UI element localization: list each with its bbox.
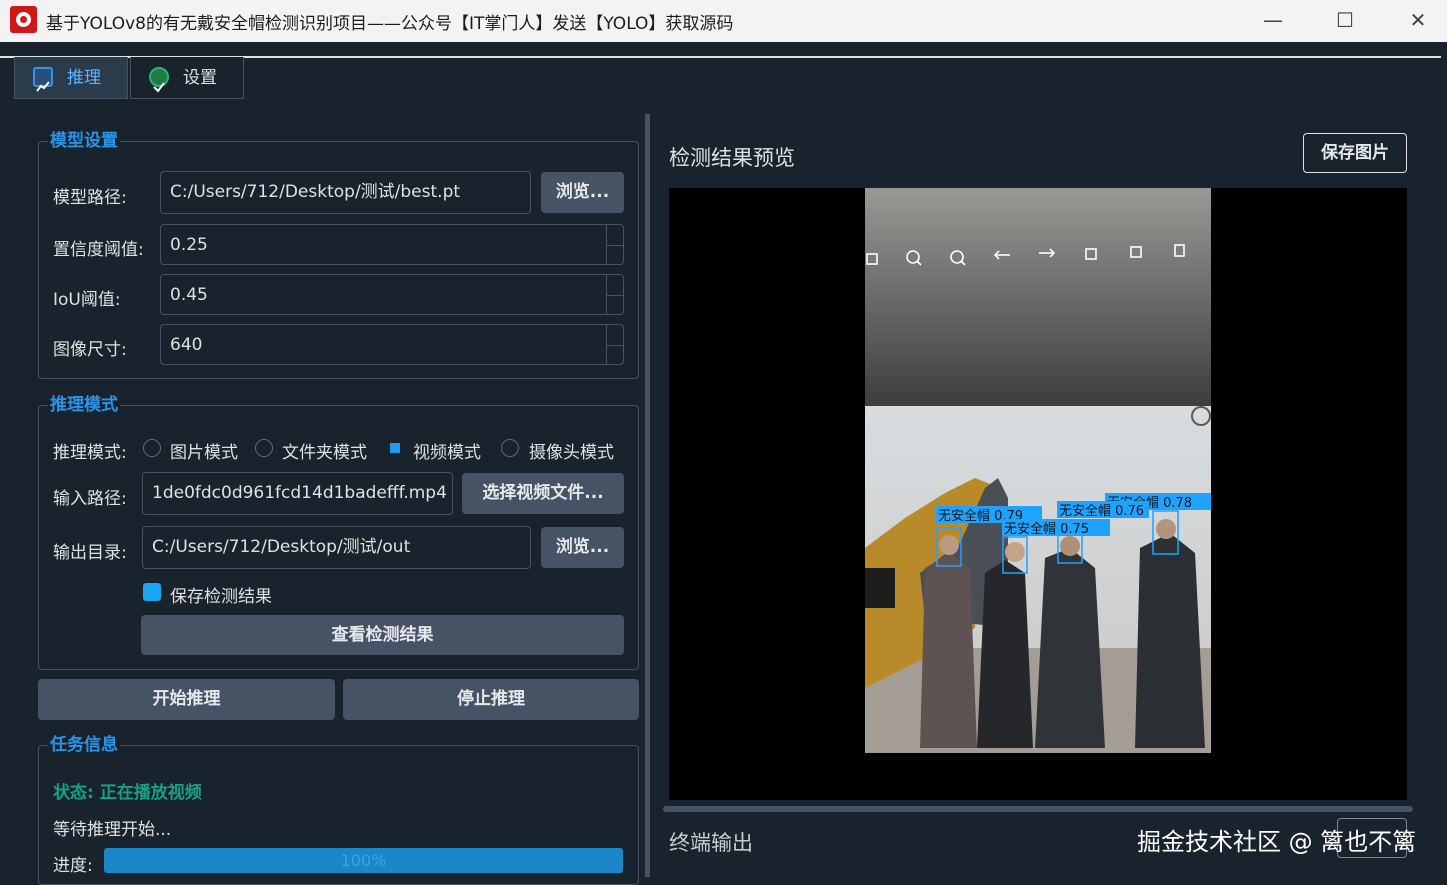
preview-title: 检测结果预览 xyxy=(669,146,795,170)
input-path-label: 输入路径: xyxy=(53,489,127,509)
radio-camera-mode[interactable] xyxy=(501,439,519,457)
radio-camera-mode-label[interactable]: 摄像头模式 xyxy=(529,438,614,463)
detection-label: 无安全帽 0.75 xyxy=(1004,521,1089,537)
title-bar: 基于YOLOv8的有无戴安全帽检测识别项目——公众号【IT掌门人】发送【YOLO… xyxy=(0,0,1447,42)
detection-label: 无安全帽 0.76 xyxy=(1059,503,1144,519)
app-logo-icon xyxy=(10,6,37,33)
task-info-title: 任务信息 xyxy=(48,730,120,755)
radio-image-mode[interactable] xyxy=(143,439,161,457)
output-dir-input[interactable]: C:/Users/712/Desktop/测试/out xyxy=(142,526,531,569)
confidence-label: 置信度阈值: xyxy=(53,240,144,260)
close-button[interactable]: ✕ xyxy=(1403,6,1433,34)
task-message: 等待推理开始... xyxy=(53,820,172,840)
output-dir-label: 输出目录: xyxy=(53,543,127,563)
panel-splitter[interactable] xyxy=(645,114,650,877)
tab-settings[interactable]: 设置 xyxy=(130,57,244,99)
terminal-title: 终端输出 xyxy=(669,831,753,855)
radio-video-mode-label[interactable]: 视频模式 xyxy=(413,438,481,463)
progress-bar: 100% xyxy=(104,848,623,873)
preview-scrollbar[interactable] xyxy=(663,806,1413,812)
radio-image-mode-label[interactable]: 图片模式 xyxy=(170,438,238,463)
input-path-input[interactable]: 1de0fdc0d961fcd14d1badefff.mp4 xyxy=(142,472,453,515)
inference-mode-title: 推理模式 xyxy=(48,390,120,415)
status-text: 状态: 正在播放视频 xyxy=(53,783,202,803)
model-browse-button[interactable]: 浏览... xyxy=(541,172,624,213)
tab-inference-label: 推理 xyxy=(67,68,101,88)
maximize-button[interactable]: ☐ xyxy=(1330,6,1360,34)
confidence-stepper[interactable] xyxy=(606,225,624,264)
image-size-spinbox[interactable]: 640 xyxy=(160,324,624,365)
iou-stepper[interactable] xyxy=(606,275,624,314)
chart-icon xyxy=(33,67,53,92)
image-size-stepper[interactable] xyxy=(606,325,624,364)
mode-label: 推理模式: xyxy=(53,443,127,463)
watermark: 掘金技术社区 @ 篱也不篱 xyxy=(1137,828,1417,856)
select-video-button[interactable]: 选择视频文件... xyxy=(462,473,624,514)
model-path-input[interactable]: C:/Users/712/Desktop/测试/best.pt xyxy=(160,171,531,214)
radio-video-mode[interactable] xyxy=(390,443,400,453)
check-circle-icon xyxy=(149,67,169,93)
save-results-checkbox[interactable] xyxy=(143,583,161,601)
tab-settings-label: 设置 xyxy=(183,68,217,88)
model-settings-title: 模型设置 xyxy=(48,126,120,151)
window-title: 基于YOLOv8的有无戴安全帽检测识别项目——公众号【IT掌门人】发送【YOLO… xyxy=(46,14,734,34)
start-inference-button[interactable]: 开始推理 xyxy=(38,679,335,720)
iou-spinbox[interactable]: 0.45 xyxy=(160,274,624,315)
iou-label: IoU阈值: xyxy=(53,290,121,310)
confidence-spinbox[interactable]: 0.25 xyxy=(160,224,624,265)
view-results-button[interactable]: 查看检测结果 xyxy=(141,615,624,655)
save-results-label[interactable]: 保存检测结果 xyxy=(170,582,272,607)
radio-folder-mode[interactable] xyxy=(255,439,273,457)
stop-inference-button[interactable]: 停止推理 xyxy=(343,679,639,720)
minimize-button[interactable]: — xyxy=(1258,6,1288,34)
image-size-label: 图像尺寸: xyxy=(53,340,127,360)
tab-inference[interactable]: 推理 xyxy=(14,57,128,99)
output-browse-button[interactable]: 浏览... xyxy=(541,527,624,568)
model-path-label: 模型路径: xyxy=(53,188,127,208)
radio-folder-mode-label[interactable]: 文件夹模式 xyxy=(282,438,367,463)
progress-label: 进度: xyxy=(53,856,93,876)
save-image-button[interactable]: 保存图片 xyxy=(1303,133,1407,173)
preview-image: 无安全帽 0.79 无安全帽 0.75 无安全帽 0.78 无安全帽 0.76 xyxy=(865,188,1211,800)
